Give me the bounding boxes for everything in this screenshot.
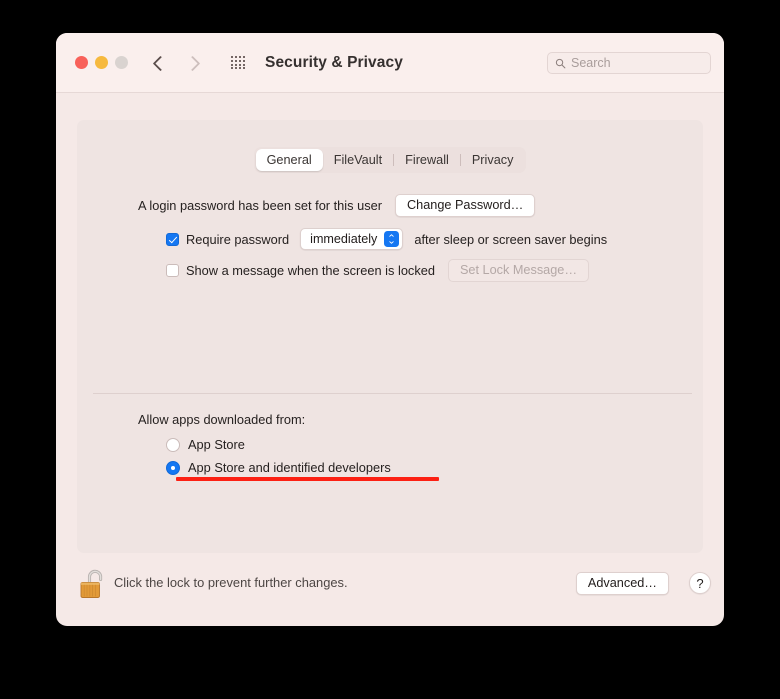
require-password-row: Require password immediately after sleep… <box>166 228 607 250</box>
search-placeholder: Search <box>571 56 611 70</box>
forward-chevron-icon[interactable] <box>183 51 205 75</box>
radio-button-app-store-and-identified-developers[interactable] <box>166 460 180 475</box>
chevron-left-icon <box>152 55 169 71</box>
show-lock-message-label: Show a message when the screen is locked <box>186 263 435 278</box>
window-footer: Click the lock to prevent further change… <box>56 553 724 626</box>
tab-bar: General FileVault Firewall Privacy <box>56 147 724 173</box>
radio-label-app-store: App Store <box>188 437 245 452</box>
window-title: Security & Privacy <box>265 54 403 71</box>
tab-group: General FileVault Firewall Privacy <box>253 147 527 173</box>
radio-label-app-store-and-identified-developers: App Store and identified developers <box>188 460 391 475</box>
search-field[interactable]: Search <box>547 52 711 74</box>
dropdown-selected-value: immediately <box>310 232 378 246</box>
lock-status-text: Click the lock to prevent further change… <box>114 575 348 590</box>
password-status-row: A login password has been set for this u… <box>138 194 536 217</box>
tab-firewall[interactable]: Firewall <box>394 149 460 171</box>
close-button[interactable] <box>75 56 88 69</box>
tab-general[interactable]: General <box>255 149 323 171</box>
set-lock-message-button[interactable]: Set Lock Message… <box>447 259 590 282</box>
chevron-down-icon <box>389 241 395 244</box>
back-chevron-icon[interactable] <box>148 51 170 75</box>
window-titlebar: Security & Privacy Search <box>56 33 724 93</box>
zoom-button[interactable] <box>115 56 128 69</box>
tab-privacy[interactable]: Privacy <box>461 149 525 171</box>
unlocked-padlock-icon[interactable] <box>78 567 108 601</box>
radio-option-app-store[interactable]: App Store <box>166 437 245 452</box>
require-password-trailing-label: after sleep or screen saver begins <box>414 231 608 247</box>
minimize-button[interactable] <box>95 56 108 69</box>
general-panel: A login password has been set for this u… <box>77 120 703 553</box>
annotation-underline <box>176 477 439 481</box>
stepper-arrows-icon[interactable] <box>384 231 400 247</box>
require-password-delay-dropdown[interactable]: immediately <box>300 228 404 250</box>
chevron-right-icon <box>184 55 201 71</box>
require-password-checkbox[interactable] <box>166 232 179 246</box>
radio-option-app-store-and-identified-developers[interactable]: App Store and identified developers <box>166 460 391 475</box>
require-password-label: Require password <box>186 231 290 247</box>
section-divider <box>93 393 692 394</box>
preferences-window: Security & Privacy Search A login passwo… <box>56 33 724 626</box>
change-password-button[interactable]: Change Password… <box>395 194 536 217</box>
lock-message-row: Show a message when the screen is locked… <box>166 259 590 282</box>
show-all-grid-icon[interactable] <box>231 56 246 70</box>
radio-button-app-store[interactable] <box>166 437 180 452</box>
help-button[interactable]: ? <box>689 572 711 594</box>
search-icon <box>555 58 566 68</box>
tab-filevault[interactable]: FileVault <box>323 149 393 171</box>
advanced-button[interactable]: Advanced… <box>575 572 669 595</box>
allow-apps-heading: Allow apps downloaded from: <box>138 412 306 427</box>
password-status-label: A login password has been set for this u… <box>138 198 382 213</box>
show-lock-message-checkbox[interactable] <box>166 264 179 277</box>
chevron-up-icon <box>389 234 395 237</box>
